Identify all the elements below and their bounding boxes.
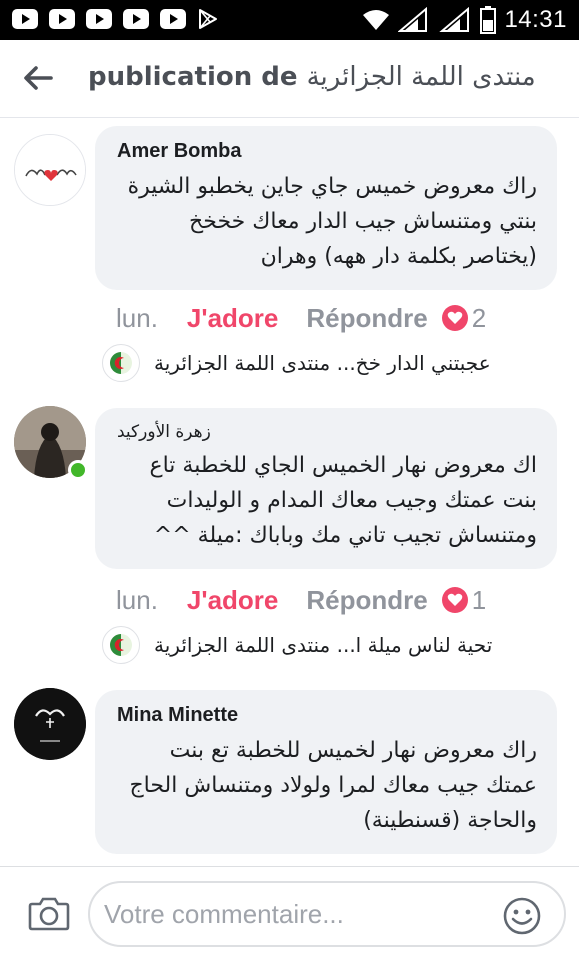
- youtube-icon: [86, 9, 112, 29]
- emoji-icon[interactable]: [502, 896, 542, 936]
- comment-date[interactable]: lun.: [116, 585, 158, 616]
- youtube-icon: [123, 9, 149, 29]
- heart-icon: [441, 587, 468, 613]
- comment-input[interactable]: [88, 881, 566, 947]
- camera-icon[interactable]: [28, 895, 70, 931]
- page-logo: [110, 634, 132, 656]
- reply-button[interactable]: Répondre: [306, 303, 427, 334]
- comment-author[interactable]: زهرة الأوركيد: [117, 422, 537, 442]
- comment-bubble[interactable]: Amer Bomba راك معروض خميس جاي جاين يخطبو…: [95, 126, 557, 290]
- heart-icon: [441, 305, 468, 331]
- like-button[interactable]: J'adore: [187, 303, 278, 334]
- play-store-icon: [199, 9, 217, 29]
- avatar-logo: [15, 135, 85, 205]
- comment-actions: lun. J'adore Répondre 1: [116, 580, 486, 620]
- notification-icons: [12, 9, 219, 31]
- avatar[interactable]: [14, 688, 86, 760]
- comment-bubble[interactable]: زهرة الأوركيد اك معروض نهار الخميس الجاي…: [95, 408, 557, 569]
- comment-date[interactable]: lun.: [116, 303, 158, 334]
- clock: 14:31: [504, 6, 567, 33]
- comment-text: اك معروض نهار الخميس الجاي للخطبة تاع بن…: [149, 453, 537, 548]
- like-button[interactable]: J'adore: [187, 585, 278, 616]
- reply-text: عجبتني الدار خخ... منتدى اللمة الجزائرية: [154, 351, 491, 375]
- avatar-logo: [14, 688, 86, 760]
- wifi-icon: [363, 10, 390, 30]
- title-page-name: منتدى اللمة الجزائرية: [306, 62, 536, 92]
- avatar[interactable]: [14, 134, 86, 206]
- signal-icon: [439, 7, 470, 32]
- page-avatar: [102, 626, 140, 664]
- app-header: publication de منتدى اللمة الجزائرية: [0, 40, 579, 118]
- comment-text: راك معروض خميس جاي جاين يخطبو الشيرة بنت…: [127, 174, 537, 269]
- page-title: publication de منتدى اللمة الجزائرية: [88, 62, 536, 92]
- comment-author[interactable]: Amer Bomba: [117, 140, 537, 163]
- arrow-left-icon: [24, 66, 53, 90]
- comment-text: راك معروض نهار لخميس للخطبة تع بنت عمتك …: [129, 738, 537, 833]
- youtube-icon: [160, 9, 186, 29]
- comment-actions: lun. J'adore Répondre 2: [116, 298, 486, 338]
- title-prefix: publication de: [88, 62, 298, 92]
- reply-text: تحية لناس ميلة ا... منتدى اللمة الجزائري…: [154, 633, 493, 657]
- comment-bubble[interactable]: Mina Minette راك معروض نهار لخميس للخطبة…: [95, 690, 557, 854]
- youtube-icon: [49, 9, 75, 29]
- online-status-indicator: [68, 460, 88, 480]
- comment-composer: [0, 866, 579, 960]
- comment-author[interactable]: Mina Minette: [117, 704, 537, 727]
- back-button[interactable]: [20, 60, 56, 96]
- battery-icon: [480, 6, 497, 34]
- reaction-number: 1: [471, 584, 487, 615]
- status-bar: 14:31: [0, 0, 579, 40]
- youtube-icon: [12, 9, 38, 29]
- reply-button[interactable]: Répondre: [306, 585, 427, 616]
- page-avatar: [102, 344, 140, 382]
- system-icons: 14:31: [362, 6, 567, 34]
- reaction-number: 2: [471, 302, 487, 333]
- reply-preview[interactable]: عجبتني الدار خخ... منتدى اللمة الجزائرية: [102, 343, 491, 383]
- signal-icon: [398, 7, 428, 32]
- reaction-count[interactable]: 2: [441, 302, 487, 334]
- reaction-count[interactable]: 1: [441, 584, 487, 616]
- page-logo: [110, 352, 132, 374]
- reply-preview[interactable]: تحية لناس ميلة ا... منتدى اللمة الجزائري…: [102, 625, 492, 665]
